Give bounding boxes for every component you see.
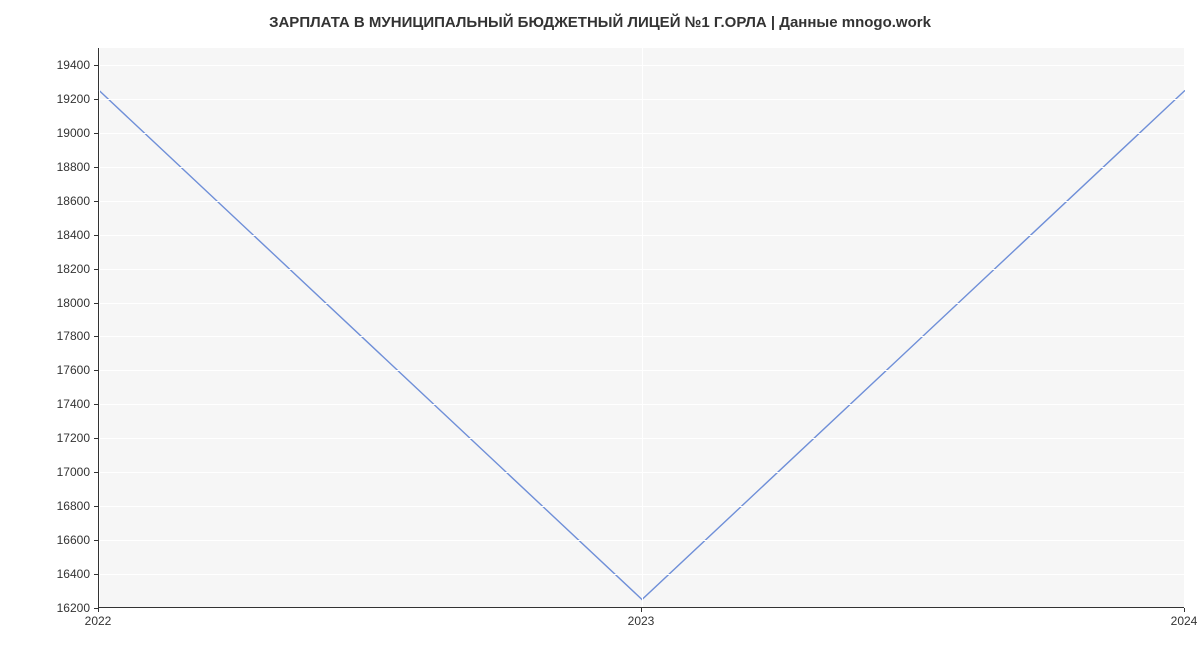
x-gridline	[1185, 48, 1186, 607]
y-tick-label: 16800	[10, 499, 90, 513]
y-tick-mark	[94, 574, 98, 575]
y-tick-label: 18800	[10, 160, 90, 174]
y-tick-mark	[94, 65, 98, 66]
x-tick-mark	[641, 608, 642, 612]
y-tick-mark	[94, 404, 98, 405]
y-tick-mark	[94, 133, 98, 134]
x-tick-label: 2023	[628, 614, 655, 628]
y-tick-label: 17000	[10, 465, 90, 479]
y-tick-mark	[94, 438, 98, 439]
y-tick-mark	[94, 336, 98, 337]
y-tick-mark	[94, 303, 98, 304]
y-tick-label: 18000	[10, 296, 90, 310]
y-tick-label: 18400	[10, 228, 90, 242]
y-tick-label: 18600	[10, 194, 90, 208]
y-tick-label: 17800	[10, 329, 90, 343]
y-tick-mark	[94, 269, 98, 270]
y-tick-label: 16600	[10, 533, 90, 547]
y-tick-mark	[94, 99, 98, 100]
y-tick-label: 19000	[10, 126, 90, 140]
x-gridline	[642, 48, 643, 607]
y-tick-label: 16400	[10, 567, 90, 581]
y-tick-label: 17400	[10, 397, 90, 411]
x-tick-label: 2024	[1171, 614, 1198, 628]
x-tick-mark	[1184, 608, 1185, 612]
x-gridline	[99, 48, 100, 607]
y-tick-mark	[94, 506, 98, 507]
y-tick-mark	[94, 167, 98, 168]
y-tick-label: 19200	[10, 92, 90, 106]
y-tick-label: 16200	[10, 601, 90, 615]
y-tick-mark	[94, 472, 98, 473]
y-tick-mark	[94, 235, 98, 236]
y-tick-label: 18200	[10, 262, 90, 276]
y-tick-mark	[94, 540, 98, 541]
salary-line-chart: ЗАРПЛАТА В МУНИЦИПАЛЬНЫЙ БЮДЖЕТНЫЙ ЛИЦЕЙ…	[0, 0, 1200, 650]
y-tick-label: 17200	[10, 431, 90, 445]
chart-title: ЗАРПЛАТА В МУНИЦИПАЛЬНЫЙ БЮДЖЕТНЫЙ ЛИЦЕЙ…	[0, 14, 1200, 31]
x-tick-label: 2022	[85, 614, 112, 628]
y-tick-label: 17600	[10, 363, 90, 377]
x-tick-mark	[98, 608, 99, 612]
plot-area	[98, 48, 1184, 608]
y-tick-label: 19400	[10, 58, 90, 72]
y-tick-mark	[94, 370, 98, 371]
y-tick-mark	[94, 201, 98, 202]
